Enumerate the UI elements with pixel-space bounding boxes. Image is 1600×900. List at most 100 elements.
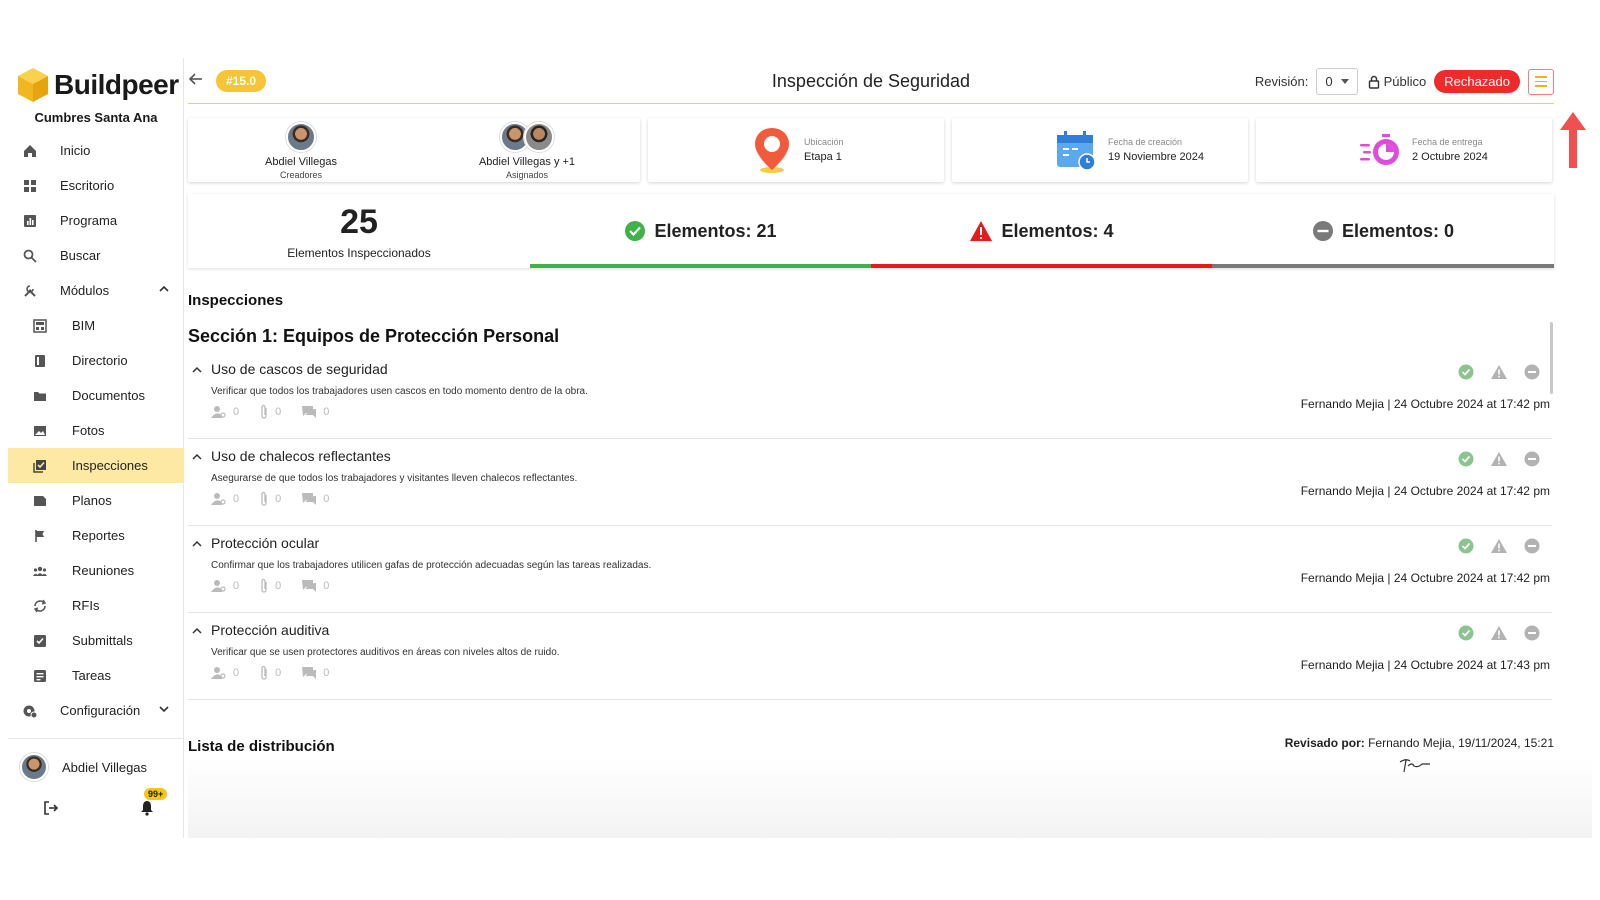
folder-icon — [30, 386, 50, 406]
sidebar-item-label: Reportes — [72, 528, 125, 543]
check-circle-icon[interactable] — [1458, 364, 1474, 380]
sidebar-item-inspecciones[interactable]: Inspecciones — [8, 448, 184, 483]
sidebar-item-planos[interactable]: Planos — [8, 483, 184, 518]
home-icon — [20, 141, 40, 161]
creators-block[interactable]: Abdiel Villegas Creadores — [188, 118, 414, 182]
sidebar-item-programa[interactable]: Programa — [8, 203, 184, 238]
assignee-role: Asignados — [505, 170, 549, 180]
brand-logo[interactable]: Buildpeer — [16, 66, 179, 104]
user-profile[interactable]: Abdiel Villegas — [8, 753, 184, 781]
list-item: Protección ocular Confirmar que los trab… — [188, 526, 1552, 613]
bell-icon — [141, 801, 153, 816]
sidebar-item-escritorio[interactable]: Escritorio — [8, 168, 184, 203]
chevron-up-icon[interactable] — [158, 283, 170, 298]
warning-triangle-icon[interactable] — [1490, 364, 1508, 380]
visibility-toggle[interactable]: Público — [1368, 74, 1426, 89]
sidebar-footer: Abdiel Villegas 99+ — [8, 738, 184, 822]
settings-icon — [20, 701, 40, 721]
logout-icon[interactable] — [42, 799, 60, 822]
hamburger-line — [1535, 76, 1547, 78]
due-date-text: Fecha de entrega 2 Octubre 2024 — [1412, 137, 1488, 163]
attachment-icon[interactable] — [259, 404, 269, 420]
brand-name: Buildpeer — [54, 69, 179, 100]
sidebar-item-documentos[interactable]: Documentos — [8, 378, 184, 413]
sidebar-item-configuracion[interactable]: Configuración — [8, 693, 184, 728]
creation-date-text: Fecha de creación 19 Noviembre 2024 — [1108, 137, 1204, 163]
comment-icon[interactable] — [301, 405, 317, 419]
item-title: Protección auditiva — [211, 622, 330, 638]
sidebar-item-buscar[interactable]: Buscar — [8, 238, 184, 273]
minus-circle-icon[interactable] — [1524, 364, 1540, 380]
comment-icon[interactable] — [301, 666, 317, 680]
ok-stat[interactable]: Elementos: 21 — [530, 194, 871, 268]
warning-triangle-icon[interactable] — [1490, 625, 1508, 641]
minus-circle-icon[interactable] — [1524, 451, 1540, 467]
attachment-count: 0 — [275, 580, 282, 592]
person-search-icon[interactable] — [211, 579, 227, 593]
person-search-icon[interactable] — [211, 405, 227, 419]
collapse-caret-icon[interactable] — [192, 536, 202, 554]
sidebar-item-submittals[interactable]: Submittals — [8, 623, 184, 658]
sidebar-item-inicio[interactable]: Inicio — [8, 133, 184, 168]
total-inspected: 25 Elementos Inspeccionados — [188, 194, 530, 268]
warning-triangle-icon[interactable] — [1490, 538, 1508, 554]
sidebar-item-bim[interactable]: BIM — [8, 308, 184, 343]
warning-stat[interactable]: Elementos: 4 — [871, 194, 1212, 268]
person-search-icon[interactable] — [211, 492, 227, 506]
item-counters: 0 0 0 — [211, 491, 343, 507]
assignees-block[interactable]: Abdiel Villegas y +1 Asignados — [414, 118, 640, 182]
hamburger-line — [1535, 85, 1547, 87]
comment-icon[interactable] — [301, 492, 317, 506]
check-circle-icon[interactable] — [1458, 451, 1474, 467]
dashboard-icon — [20, 176, 40, 196]
cube-logo-icon — [18, 68, 48, 102]
collapse-caret-icon[interactable] — [192, 449, 202, 467]
item-actions — [1458, 538, 1540, 554]
sidebar-item-rfis[interactable]: RFIs — [8, 588, 184, 623]
item-actions — [1458, 364, 1540, 380]
creator-name: Abdiel Villegas — [265, 156, 337, 168]
notifications-button[interactable]: 99+ — [140, 788, 168, 821]
avatar — [524, 122, 554, 152]
item-counters: 0 0 0 — [211, 404, 343, 420]
sidebar-item-reuniones[interactable]: Reuniones — [8, 553, 184, 588]
collapse-caret-icon[interactable] — [192, 362, 202, 380]
main-content: #15.0 Inspección de Seguridad Revisión: … — [188, 58, 1592, 838]
chevron-down-icon[interactable] — [158, 703, 170, 718]
menu-button[interactable] — [1528, 68, 1554, 95]
attachment-icon[interactable] — [259, 578, 269, 594]
warning-triangle-icon[interactable] — [1490, 451, 1508, 467]
creation-date-card: Fecha de creación 19 Noviembre 2024 — [952, 118, 1248, 182]
na-bar — [1212, 264, 1554, 268]
comment-count: 0 — [323, 580, 330, 592]
collapse-caret-icon[interactable] — [192, 623, 202, 641]
due-date-value: 2 Octubre 2024 — [1412, 151, 1488, 163]
person-search-icon[interactable] — [211, 666, 227, 680]
inspection-stats: 25 Elementos Inspeccionados Elementos: 2… — [188, 194, 1554, 268]
sidebar-item-tareas[interactable]: Tareas — [8, 658, 184, 693]
status-badge[interactable]: Rechazado — [1434, 70, 1520, 93]
reviewed-by: Revisado por: Fernando Mejia, 19/11/2024… — [1285, 736, 1554, 750]
sidebar-item-fotos[interactable]: Fotos — [8, 413, 184, 448]
revision-select[interactable]: 0 — [1316, 68, 1358, 95]
attachment-icon[interactable] — [259, 665, 269, 681]
check-circle-icon[interactable] — [1458, 625, 1474, 641]
sidebar-item-modulos[interactable]: Módulos — [8, 273, 184, 308]
sidebar: Buildpeer Cumbres Santa Ana Inicio Escri… — [8, 58, 184, 838]
sidebar-item-label: Módulos — [60, 283, 110, 298]
na-stat[interactable]: Elementos: 0 — [1212, 194, 1554, 268]
creation-date-value: 19 Noviembre 2024 — [1108, 151, 1205, 163]
revision-label: Revisión: — [1254, 74, 1309, 89]
sidebar-item-directorio[interactable]: Directorio — [8, 343, 184, 378]
total-caption: Elementos Inspeccionados — [287, 245, 431, 260]
reviewed-by-label: Revisado por: — [1284, 736, 1365, 750]
comment-icon[interactable] — [301, 579, 317, 593]
people-card: Abdiel Villegas Creadores Abdiel Villega… — [188, 118, 640, 182]
minus-circle-icon[interactable] — [1524, 625, 1540, 641]
check-circle-icon[interactable] — [1458, 538, 1474, 554]
app-window: Buildpeer Cumbres Santa Ana Inicio Escri… — [8, 58, 1592, 838]
minus-circle-icon[interactable] — [1524, 538, 1540, 554]
sync-icon — [30, 596, 50, 616]
attachment-icon[interactable] — [259, 491, 269, 507]
sidebar-item-reportes[interactable]: Reportes — [8, 518, 184, 553]
